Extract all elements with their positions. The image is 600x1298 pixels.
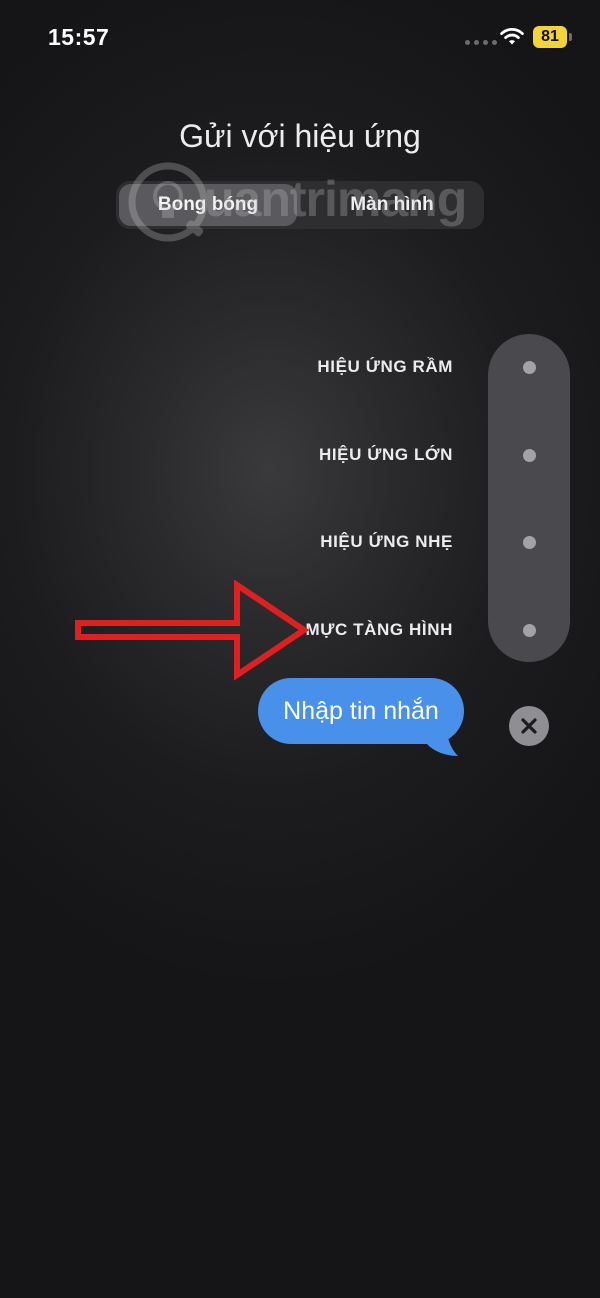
- page-title: Gửi với hiệu ứng: [179, 118, 421, 154]
- red-arrow-icon: [75, 580, 310, 680]
- effect-slider-track[interactable]: [488, 334, 570, 662]
- cellular-dots-icon: [465, 40, 497, 45]
- effect-label-loud[interactable]: HIỆU ỨNG LỚN: [319, 445, 453, 465]
- battery-indicator: 81: [533, 26, 567, 48]
- status-time: 15:57: [48, 24, 110, 50]
- effect-type-segmented-control: Bong bóng Màn hình: [116, 181, 484, 229]
- effect-dot-slam[interactable]: [523, 361, 536, 374]
- battery-tip: [569, 33, 572, 41]
- effect-dot-gentle[interactable]: [523, 536, 536, 549]
- effect-label-slam[interactable]: HIỆU ỨNG RẦM: [317, 357, 453, 377]
- message-bubble[interactable]: Nhập tin nhắn: [258, 678, 464, 744]
- effect-dot-invisible-ink[interactable]: [523, 624, 536, 637]
- effect-label-invisible-ink[interactable]: MỰC TÀNG HÌNH: [305, 620, 453, 640]
- close-icon: [521, 718, 537, 734]
- tab-bubble[interactable]: Bong bóng: [119, 184, 297, 226]
- effect-dot-loud[interactable]: [523, 449, 536, 462]
- effect-label-gentle[interactable]: HIỆU ỨNG NHẸ: [320, 532, 453, 552]
- status-bar: 15:57 81: [0, 0, 600, 80]
- wifi-icon: [500, 28, 524, 45]
- close-button[interactable]: [509, 706, 549, 746]
- tab-screen[interactable]: Màn hình: [303, 184, 481, 226]
